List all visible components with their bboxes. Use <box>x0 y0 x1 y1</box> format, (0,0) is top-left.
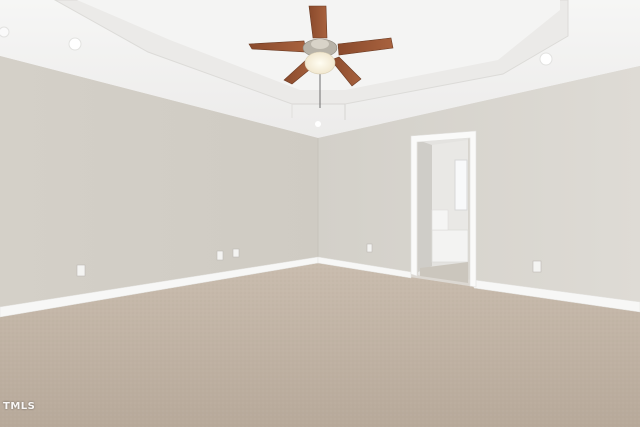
outlet <box>366 243 373 253</box>
outlet <box>232 248 240 258</box>
outlet <box>76 264 86 277</box>
outlet <box>216 250 224 261</box>
bathroom-doorway <box>410 130 477 288</box>
recessed-light-right <box>539 52 553 66</box>
room-photo <box>0 0 640 427</box>
recessed-light-far-left <box>0 26 10 38</box>
recessed-light-left <box>68 37 82 51</box>
fan-light <box>304 51 336 75</box>
watermark-text: TMLS <box>3 401 36 412</box>
outlet <box>532 260 542 273</box>
recessed-light-center <box>315 121 321 127</box>
